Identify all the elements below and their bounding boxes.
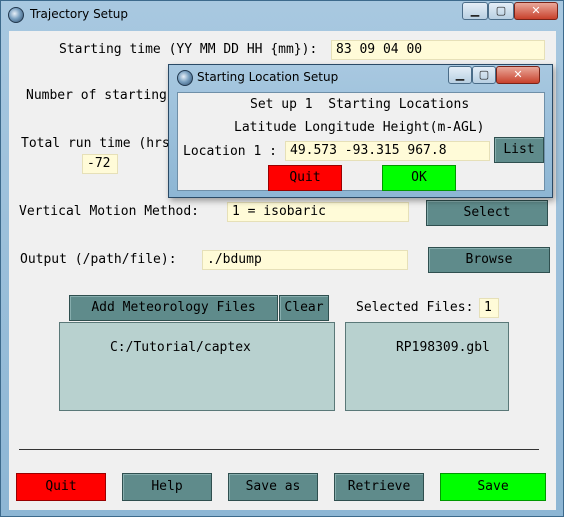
run-time-label: Total run time (hrs bbox=[21, 136, 170, 151]
dialog-heading: Set up 1 Starting Locations bbox=[250, 97, 470, 112]
met-directory-list[interactable]: C:/Tutorial/captex bbox=[59, 322, 335, 411]
list-item[interactable]: RP198309.gbl bbox=[396, 340, 490, 355]
dialog-title: Starting Location Setup bbox=[197, 70, 339, 84]
list-button[interactable]: List bbox=[494, 137, 544, 163]
title-bar[interactable]: Trajectory Setup ▁ ▢ ✕ bbox=[1, 1, 563, 29]
dialog-ok-button[interactable]: OK bbox=[382, 165, 456, 191]
location-1-field[interactable]: 49.573 -93.315 967.8 bbox=[285, 141, 490, 161]
add-meteorology-files-button[interactable]: Add Meteorology Files bbox=[69, 295, 278, 321]
dialog-globe-icon bbox=[177, 70, 193, 86]
quit-button[interactable]: Quit bbox=[16, 473, 106, 501]
vertical-motion-field[interactable]: 1 = isobaric bbox=[227, 202, 409, 222]
save-button[interactable]: Save bbox=[440, 473, 546, 501]
help-button[interactable]: Help bbox=[122, 473, 212, 501]
list-item[interactable]: C:/Tutorial/captex bbox=[110, 340, 251, 355]
dialog-panel: Set up 1 Starting Locations Latitude Lon… bbox=[177, 92, 545, 191]
close-button[interactable]: ✕ bbox=[514, 2, 558, 20]
dialog-minimize-button[interactable]: ▁ bbox=[448, 66, 472, 84]
selected-files-list[interactable]: RP198309.gbl bbox=[345, 322, 509, 411]
select-button[interactable]: Select bbox=[426, 200, 548, 226]
start-time-label: Starting time (YY MM DD HH {mm}): bbox=[59, 42, 318, 57]
app-globe-icon bbox=[8, 7, 24, 23]
window-title: Trajectory Setup bbox=[30, 7, 128, 21]
output-path-field[interactable]: ./bdump bbox=[202, 250, 408, 270]
separator bbox=[19, 449, 539, 450]
vertical-motion-label: Vertical Motion Method: bbox=[19, 204, 200, 219]
dialog-columns-label: Latitude Longitude Height(m-AGL) bbox=[234, 120, 485, 135]
location-1-label: Location 1 : bbox=[183, 144, 277, 159]
dialog-quit-button[interactable]: Quit bbox=[268, 165, 342, 191]
dialog-close-button[interactable]: ✕ bbox=[496, 66, 540, 84]
save-as-button[interactable]: Save as bbox=[228, 473, 318, 501]
maximize-button[interactable]: ▢ bbox=[488, 2, 514, 20]
retrieve-button[interactable]: Retrieve bbox=[334, 473, 424, 501]
dialog-maximize-button[interactable]: ▢ bbox=[472, 66, 496, 84]
dialog-title-bar[interactable]: Starting Location Setup ▁ ▢ ✕ bbox=[169, 65, 552, 91]
selected-files-count: 1 bbox=[479, 298, 499, 318]
output-label: Output (/path/file): bbox=[20, 252, 177, 267]
num-start-locations-label: Number of starting bbox=[26, 88, 167, 103]
browse-button[interactable]: Browse bbox=[428, 247, 550, 273]
clear-button[interactable]: Clear bbox=[279, 295, 329, 321]
start-time-field[interactable]: 83 09 04 00 bbox=[331, 40, 545, 60]
selected-files-label: Selected Files: bbox=[356, 300, 474, 315]
minimize-button[interactable]: ▁ bbox=[462, 2, 488, 20]
starting-location-dialog: Starting Location Setup ▁ ▢ ✕ Set up 1 S… bbox=[168, 64, 553, 198]
run-time-field[interactable]: -72 bbox=[82, 154, 118, 174]
